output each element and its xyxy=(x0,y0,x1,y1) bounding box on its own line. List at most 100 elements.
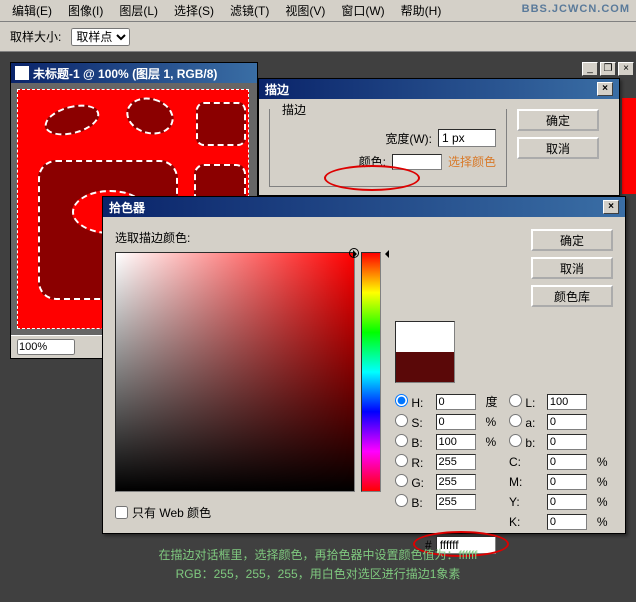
s-label: S: xyxy=(411,416,422,430)
cancel-button[interactable]: 取消 xyxy=(531,257,613,279)
restore-icon[interactable]: ❐ xyxy=(600,62,616,76)
menu-select[interactable]: 选择(S) xyxy=(166,0,222,22)
s-input[interactable] xyxy=(436,414,476,430)
blab-input[interactable] xyxy=(547,434,587,450)
menu-window[interactable]: 窗口(W) xyxy=(333,0,392,22)
k-input[interactable] xyxy=(547,514,587,530)
color-label: 颜色: xyxy=(359,153,386,170)
c-unit: % xyxy=(597,455,613,469)
saturation-value-box[interactable] xyxy=(115,252,355,492)
close-icon[interactable]: × xyxy=(603,200,619,214)
l-input[interactable] xyxy=(547,394,587,410)
picker-titlebar[interactable]: 拾色器 × xyxy=(103,197,625,217)
l-label: L: xyxy=(525,396,535,410)
bval-unit: % xyxy=(486,435,504,449)
bval-input[interactable] xyxy=(436,434,476,450)
menu-help[interactable]: 帮助(H) xyxy=(393,0,450,22)
canvas-peek xyxy=(622,98,636,194)
h-label: H: xyxy=(411,396,423,410)
document-titlebar[interactable]: 未标题-1 @ 100% (图层 1, RGB/8) xyxy=(11,63,257,83)
menu-layer[interactable]: 图层(L) xyxy=(111,0,166,22)
g-input[interactable] xyxy=(436,474,476,490)
color-library-button[interactable]: 颜色库 xyxy=(531,285,613,307)
radio-l[interactable] xyxy=(509,394,522,407)
blab-label: b: xyxy=(525,436,535,450)
k-unit: % xyxy=(597,515,613,529)
color-fields: H: 度 L: S: % a: B: % b: R: C: % G: M: xyxy=(395,393,613,530)
zoom-input[interactable] xyxy=(17,339,75,355)
options-bar: 取样大小: 取样点 xyxy=(0,22,636,52)
y-label: Y: xyxy=(509,495,541,509)
workspace-window-controls: _ ❐ × xyxy=(580,62,634,76)
watermark-text: BBS.JCWCN.COM xyxy=(522,3,630,15)
close-icon[interactable]: × xyxy=(597,82,613,96)
tutorial-caption: 在描边对话框里，选择颜色，再拾色器中设置颜色值为：ffffff RGB：255，… xyxy=(0,546,636,584)
web-only-label: 只有 Web 颜色 xyxy=(132,504,211,521)
web-only-input[interactable] xyxy=(115,506,128,519)
caption-line1: 在描边对话框里，选择颜色，再拾色器中设置颜色值为：ffffff xyxy=(0,546,636,565)
stroke-group: 宽度(W): 颜色: 选择颜色 xyxy=(269,109,507,187)
m-label: M: xyxy=(509,475,541,489)
color-swatch[interactable] xyxy=(392,154,442,170)
selection-shape xyxy=(122,92,178,139)
radio-g[interactable] xyxy=(395,474,408,487)
close-icon[interactable]: × xyxy=(618,62,634,76)
width-label: 宽度(W): xyxy=(385,130,432,147)
picker-prompt: 选取描边颜色: xyxy=(115,229,381,246)
menu-filter[interactable]: 滤镜(T) xyxy=(222,0,277,22)
color-picker-dialog: 拾色器 × 选取描边颜色: 只有 Web 颜色 确定 取消 xyxy=(102,196,626,534)
m-input[interactable] xyxy=(547,474,587,490)
web-only-checkbox[interactable]: 只有 Web 颜色 xyxy=(115,504,381,521)
h-unit: 度 xyxy=(486,393,504,410)
radio-s[interactable] xyxy=(395,414,408,427)
ok-button[interactable]: 确定 xyxy=(531,229,613,251)
c-input[interactable] xyxy=(547,454,587,470)
menu-image[interactable]: 图像(I) xyxy=(60,0,111,22)
selection-shape xyxy=(41,99,102,141)
radio-bval[interactable] xyxy=(395,434,408,447)
new-old-swatch xyxy=(395,321,455,383)
r-input[interactable] xyxy=(436,454,476,470)
ok-button[interactable]: 确定 xyxy=(517,109,599,131)
bch-input[interactable] xyxy=(436,494,476,510)
s-unit: % xyxy=(486,415,504,429)
radio-a[interactable] xyxy=(509,414,522,427)
bval-label: B: xyxy=(411,436,422,450)
select-color-link[interactable]: 选择颜色 xyxy=(448,153,496,170)
radio-h[interactable] xyxy=(395,394,408,407)
radio-bch[interactable] xyxy=(395,494,408,507)
r-label: R: xyxy=(411,456,423,470)
k-label: K: xyxy=(509,515,541,529)
c-label: C: xyxy=(509,455,541,469)
radio-blab[interactable] xyxy=(509,434,522,447)
hue-slider-thumb-icon xyxy=(357,250,385,256)
new-color-swatch[interactable] xyxy=(396,322,454,352)
stroke-dialog: 描边 × 宽度(W): 颜色: 选择颜色 确定 取消 xyxy=(258,78,620,196)
stroke-title: 描边 xyxy=(265,81,289,98)
sample-size-label: 取样大小: xyxy=(10,28,61,45)
document-icon xyxy=(15,66,29,80)
cancel-button[interactable]: 取消 xyxy=(517,137,599,159)
g-label: G: xyxy=(411,476,424,490)
bch-label: B: xyxy=(411,496,422,510)
stroke-titlebar[interactable]: 描边 × xyxy=(259,79,619,99)
m-unit: % xyxy=(597,475,613,489)
selection-shape xyxy=(196,102,246,146)
radio-r[interactable] xyxy=(395,454,408,467)
a-label: a: xyxy=(525,416,535,430)
a-input[interactable] xyxy=(547,414,587,430)
old-color-swatch[interactable] xyxy=(396,352,454,382)
menu-edit[interactable]: 编辑(E) xyxy=(4,0,60,22)
stroke-buttons: 确定 取消 xyxy=(517,109,599,187)
document-title: 未标题-1 @ 100% (图层 1, RGB/8) xyxy=(33,65,217,82)
minimize-icon[interactable]: _ xyxy=(582,62,598,76)
width-input[interactable] xyxy=(438,129,496,147)
menu-view[interactable]: 视图(V) xyxy=(277,0,333,22)
y-input[interactable] xyxy=(547,494,587,510)
sample-size-select[interactable]: 取样点 xyxy=(71,28,130,46)
hue-slider[interactable] xyxy=(361,252,381,492)
h-input[interactable] xyxy=(436,394,476,410)
picker-title: 拾色器 xyxy=(109,199,145,216)
y-unit: % xyxy=(597,495,613,509)
caption-line2: RGB：255，255，255，用白色对选区进行描边1象素 xyxy=(0,565,636,584)
